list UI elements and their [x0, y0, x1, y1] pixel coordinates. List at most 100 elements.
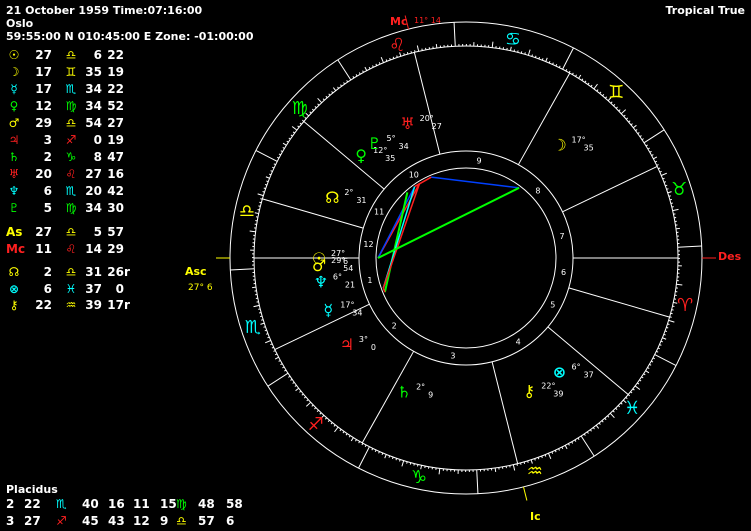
degree-tick	[259, 201, 262, 204]
house-cusp-line	[547, 326, 629, 395]
degree-tick	[568, 443, 570, 446]
planet-body-icon: ♀	[355, 146, 367, 165]
planet-body-icon: ♇	[367, 134, 381, 153]
aspect-ring	[375, 167, 557, 349]
degree-tick	[659, 170, 662, 173]
degree-tick	[561, 446, 564, 450]
degree-tick	[339, 428, 342, 432]
degree-tick	[548, 453, 552, 460]
degree-tick	[288, 137, 291, 140]
degree-tick	[630, 391, 633, 394]
degree-tick	[342, 431, 345, 434]
degree-tick	[378, 62, 381, 65]
house-number: 4	[516, 338, 521, 347]
degree-tick	[649, 363, 652, 366]
planet-body-degree: 2°	[416, 382, 425, 391]
degree-tick	[627, 394, 631, 397]
planet-body-icon: ♃	[340, 335, 354, 354]
planet-body-minute: 31	[356, 196, 366, 205]
degree-tick	[584, 80, 587, 83]
degree-tick	[316, 409, 319, 413]
degree-tick	[663, 333, 666, 336]
degree-tick	[260, 322, 265, 325]
degree-tick	[251, 286, 257, 289]
degree-tick	[364, 66, 368, 71]
house-cusp-line	[568, 287, 670, 318]
zodiac-sign-icon: ♈	[677, 295, 693, 316]
house-number: 6	[561, 268, 566, 277]
degree-tick	[303, 396, 307, 399]
degree-tick	[558, 448, 560, 451]
degree-tick	[571, 441, 574, 444]
degree-tick	[632, 124, 637, 129]
degree-tick	[663, 181, 667, 183]
degree-tick	[273, 350, 276, 352]
degree-tick	[491, 41, 494, 48]
degree-tick	[268, 173, 272, 176]
sign-boundary-line	[337, 59, 352, 81]
degree-tick	[324, 417, 328, 420]
degree-tick	[675, 227, 681, 230]
degree-tick	[297, 125, 300, 128]
degree-tick	[391, 456, 394, 460]
degree-tick	[374, 449, 377, 453]
degree-tick	[541, 455, 543, 459]
degree-tick	[290, 378, 293, 381]
degree-tick	[632, 388, 635, 391]
degree-tick	[577, 437, 580, 440]
degree-tick	[330, 422, 333, 425]
degree-tick	[641, 376, 644, 379]
degree-tick	[645, 370, 650, 374]
degree-tick	[355, 74, 358, 77]
degree-tick	[264, 183, 268, 186]
degree-tick	[541, 58, 544, 61]
degree-tick	[259, 312, 262, 314]
degree-tick	[346, 80, 349, 83]
planet-body-icon: ☊	[325, 188, 339, 207]
degree-tick	[604, 96, 608, 99]
degree-tick	[657, 347, 661, 350]
sign-boundary-line	[643, 129, 665, 144]
ascendant-degree: 27° 6	[188, 283, 213, 293]
sign-boundary-line	[255, 150, 278, 162]
degree-tick	[639, 379, 642, 382]
degree-tick	[555, 63, 558, 67]
degree-tick	[666, 188, 669, 190]
degree-tick	[317, 103, 320, 106]
degree-tick	[544, 454, 547, 457]
imum-coeli-label: Ic	[530, 510, 541, 523]
degree-tick	[292, 131, 296, 134]
degree-tick	[260, 198, 263, 200]
degree-tick	[670, 202, 673, 204]
aspect-line	[383, 192, 409, 293]
degree-tick	[512, 464, 516, 471]
house-number: 1	[367, 276, 372, 285]
degree-tick	[618, 109, 621, 112]
degree-tick	[592, 427, 595, 430]
degree-tick	[253, 304, 260, 308]
degree-tick	[628, 120, 631, 123]
degree-tick	[409, 462, 412, 465]
degree-tick	[670, 312, 673, 315]
degree-tick	[578, 74, 582, 79]
degree-tick	[355, 439, 357, 442]
degree-tick	[545, 57, 548, 62]
house-cusp-line	[262, 198, 364, 229]
degree-tick	[620, 109, 627, 115]
degree-tick	[669, 316, 672, 318]
degree-tick	[647, 147, 650, 150]
degree-tick	[263, 187, 266, 190]
house-number: 3	[450, 352, 455, 361]
planet-body-minute: 34	[352, 308, 362, 317]
degree-tick	[368, 66, 371, 70]
degree-tick	[531, 54, 533, 57]
degree-tick	[270, 170, 273, 172]
degree-tick	[548, 60, 551, 64]
planet-body-minute: 35	[385, 154, 395, 163]
house-number: 5	[550, 300, 555, 309]
degree-tick	[399, 459, 401, 462]
ascendant-label: Asc	[185, 265, 207, 278]
degree-tick	[676, 283, 683, 286]
zodiac-sign-icon: ♊	[608, 82, 624, 103]
degree-tick	[667, 323, 670, 325]
